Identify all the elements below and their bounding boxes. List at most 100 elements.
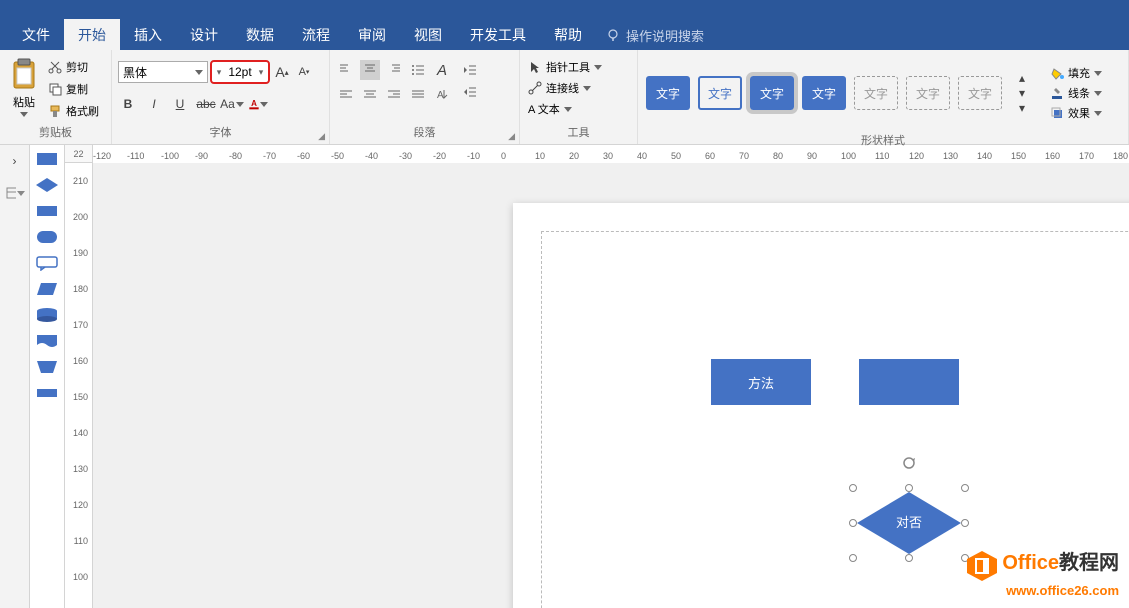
shape-process-1[interactable]: 方法 — [711, 359, 811, 405]
bullets-button[interactable] — [408, 60, 428, 80]
font-color-dropdown-icon — [260, 102, 268, 107]
fill-label: 填充 — [1068, 65, 1090, 81]
line-button[interactable]: 线条 — [1048, 84, 1104, 102]
align-top-center-button[interactable] — [360, 60, 380, 80]
rotate-handle[interactable] — [901, 455, 917, 471]
shape-diamond-thumb[interactable] — [35, 177, 59, 193]
style-thumb-7[interactable]: 文字 — [958, 76, 1002, 110]
font-size-dropdown-icon: ▾ — [256, 67, 266, 78]
group-clipboard-label: 剪贴板 — [0, 124, 111, 142]
underline-button[interactable]: U — [170, 94, 190, 114]
align-left-button[interactable] — [336, 84, 356, 104]
paste-button[interactable]: 粘贴 — [6, 56, 42, 119]
text-direction-button[interactable]: A — [432, 84, 452, 104]
align-right-button[interactable] — [384, 84, 404, 104]
shape-rect3-thumb[interactable] — [35, 385, 59, 401]
shape-decision-selected[interactable]: 对否 — [853, 483, 965, 563]
shape-cylinder-thumb[interactable] — [35, 307, 59, 323]
style-gallery-more[interactable]: ▾ — [1012, 101, 1032, 115]
paste-icon — [10, 58, 38, 92]
italic-button[interactable]: I — [144, 94, 164, 114]
style-thumb-2[interactable]: 文字 — [698, 76, 742, 110]
tab-file[interactable]: 文件 — [8, 19, 64, 51]
workspace: › 22 -120-110-100-90-80-70-60-50-40-30-2… — [0, 145, 1129, 608]
style-thumb-1[interactable]: 文字 — [646, 76, 690, 110]
tab-home[interactable]: 开始 — [64, 19, 120, 51]
tell-me-label: 操作说明搜索 — [626, 26, 704, 45]
tab-help[interactable]: 帮助 — [540, 19, 596, 51]
handle-ne[interactable] — [961, 484, 969, 492]
pointer-tool-button[interactable]: 指针工具 — [526, 58, 604, 76]
watermark-text-1b: 教程网 — [1059, 552, 1119, 574]
tab-developer[interactable]: 开发工具 — [456, 19, 540, 51]
effect-button[interactable]: 效果 — [1048, 104, 1104, 122]
style-thumb-3[interactable]: 文字 — [750, 76, 794, 110]
style-gallery-down[interactable]: ▾ — [1012, 86, 1032, 100]
style-thumb-4[interactable]: 文字 — [802, 76, 846, 110]
title-bar — [0, 0, 1129, 20]
shape-para-thumb[interactable] — [35, 281, 59, 297]
align-center-button[interactable] — [360, 84, 380, 104]
font-grow-a-button[interactable]: A — [432, 60, 452, 80]
left-toolbar: › — [0, 145, 30, 608]
fill-button[interactable]: 填充 — [1048, 64, 1104, 82]
decrease-indent-button[interactable] — [460, 60, 480, 80]
group-paragraph: A A 段落 ◢ — [330, 50, 520, 144]
handle-nw[interactable] — [849, 484, 857, 492]
font-color-button[interactable]: A — [248, 94, 268, 114]
ribbon: 粘贴 剪切 复制 格式刷 剪贴板 — [0, 50, 1129, 145]
shape-rect2-thumb[interactable] — [35, 203, 59, 219]
increase-indent-button[interactable] — [460, 82, 480, 102]
handle-n[interactable] — [905, 484, 913, 492]
shape-process-2[interactable] — [859, 359, 959, 405]
change-case-button[interactable]: Aa — [222, 94, 242, 114]
cut-button[interactable]: 剪切 — [46, 58, 101, 76]
style-thumb-6[interactable]: 文字 — [906, 76, 950, 110]
tab-process[interactable]: 流程 — [288, 19, 344, 51]
increase-font-button[interactable]: A▴ — [272, 62, 292, 82]
handle-s[interactable] — [905, 554, 913, 562]
tab-data[interactable]: 数据 — [232, 19, 288, 51]
format-painter-button[interactable]: 格式刷 — [46, 102, 101, 120]
decrease-font-button[interactable]: A▾ — [294, 62, 314, 82]
tab-design[interactable]: 设计 — [176, 19, 232, 51]
copy-button[interactable]: 复制 — [46, 80, 101, 98]
justify-button[interactable] — [408, 84, 428, 104]
expand-shapes-button[interactable]: › — [5, 151, 25, 171]
font-name-combo[interactable]: 黑体 — [118, 61, 208, 83]
handle-w[interactable] — [849, 519, 857, 527]
copy-label: 复制 — [66, 81, 88, 97]
paste-dropdown-icon — [20, 112, 28, 117]
handle-sw[interactable] — [849, 554, 857, 562]
style-gallery-up[interactable]: ▴ — [1012, 71, 1032, 85]
strikethrough-button[interactable]: abc — [196, 94, 216, 114]
tab-view[interactable]: 视图 — [400, 19, 456, 51]
font-launcher[interactable]: ◢ — [318, 131, 325, 142]
shape-callout-thumb[interactable] — [35, 255, 59, 271]
align-top-left-button[interactable] — [336, 60, 356, 80]
shape-rounded-thumb[interactable] — [35, 229, 59, 245]
tell-me-search[interactable]: 操作说明搜索 — [606, 26, 704, 45]
shape-rect-thumb[interactable] — [35, 151, 59, 167]
stencil-button[interactable] — [5, 183, 25, 203]
pointer-dropdown-icon — [594, 65, 602, 70]
align-top-right-button[interactable] — [384, 60, 404, 80]
shape-trap-thumb[interactable] — [35, 359, 59, 375]
bold-button[interactable]: B — [118, 94, 138, 114]
group-clipboard: 粘贴 剪切 复制 格式刷 剪贴板 — [0, 50, 112, 144]
connector-dropdown-icon — [583, 86, 591, 91]
tab-insert[interactable]: 插入 — [120, 19, 176, 51]
canvas-area: 22 -120-110-100-90-80-70-60-50-40-30-20-… — [65, 145, 1129, 608]
group-tools-label: 工具 — [520, 124, 637, 142]
font-size-combo[interactable]: ▾ 12pt ▾ — [210, 60, 270, 84]
text-tool-button[interactable]: A 文本 — [526, 100, 574, 118]
canvas[interactable]: 方法 对否 — [93, 163, 1129, 608]
handle-e[interactable] — [961, 519, 969, 527]
group-tools: 指针工具 连接线 A 文本 工具 — [520, 50, 638, 144]
paragraph-launcher[interactable]: ◢ — [508, 131, 515, 142]
style-thumb-5[interactable]: 文字 — [854, 76, 898, 110]
connector-tool-button[interactable]: 连接线 — [526, 79, 593, 97]
tab-review[interactable]: 审阅 — [344, 19, 400, 51]
vertical-ruler: 210200190180170160150140130120110100 — [65, 163, 93, 608]
shape-document-thumb[interactable] — [35, 333, 59, 349]
